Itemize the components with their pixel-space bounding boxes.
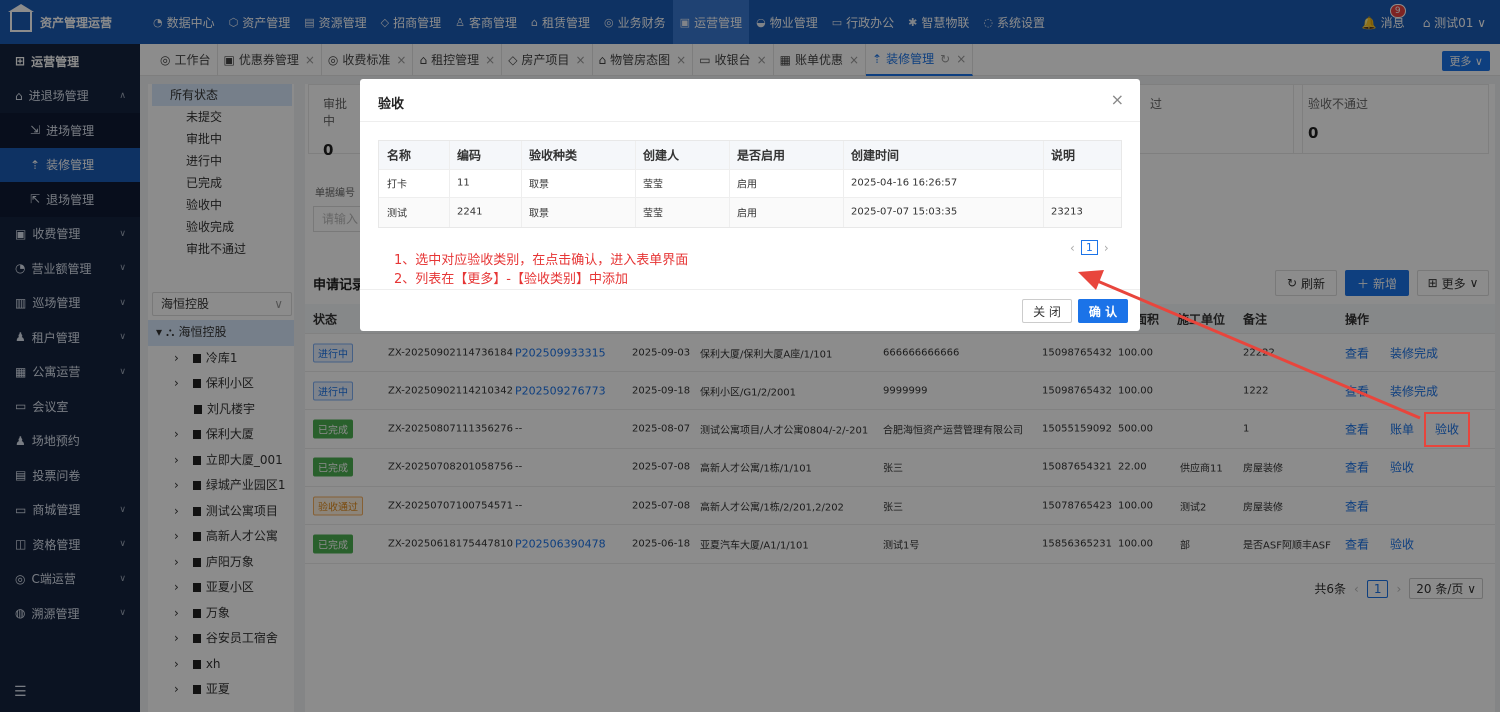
note-line-1: 1、选中对应验收类别，在点击确认，进入表单界面 bbox=[394, 253, 689, 268]
cancel-button[interactable]: 关 闭 bbox=[1022, 299, 1072, 323]
modal-table-row[interactable]: 打卡 11 取景 莹莹 启用 2025-04-16 16:26:57 bbox=[379, 169, 1121, 198]
column-divider bbox=[1043, 198, 1044, 227]
column-divider bbox=[1043, 169, 1044, 197]
modal-title: 验收 bbox=[378, 97, 405, 112]
modal-cell: 打卡 bbox=[387, 179, 407, 191]
column-divider bbox=[449, 141, 450, 169]
column-header: 编码 bbox=[457, 148, 482, 163]
column-header: 创建时间 bbox=[851, 148, 900, 163]
column-divider bbox=[843, 198, 844, 227]
modal-cell: 启用 bbox=[737, 179, 757, 191]
column-divider bbox=[449, 169, 450, 197]
column-divider bbox=[843, 169, 844, 197]
acceptance-type-table: 名称 编码 验收种类 创建人 是否启用 创建时间 说明 打卡 11 取景 莹莹 启用 2025-04-1… bbox=[378, 140, 1122, 228]
modal-table-header: 名称 编码 验收种类 创建人 是否启用 创建时间 说明 bbox=[379, 141, 1121, 170]
column-header: 说明 bbox=[1051, 148, 1076, 163]
modal-cell: 莹莹 bbox=[643, 179, 663, 191]
column-header: 名称 bbox=[387, 148, 412, 163]
close-icon[interactable]: × bbox=[1111, 90, 1124, 109]
column-header: 验收种类 bbox=[529, 148, 578, 163]
modal-cell: 取景 bbox=[529, 179, 549, 191]
modal-cell: 取景 bbox=[529, 208, 549, 220]
acceptance-modal: 验收 × 名称 编码 验收种类 创建人 是否启用 创建时间 说明 打卡 11 取景 莹莹 启用 2025… bbox=[360, 79, 1140, 331]
modal-cell: 2025-04-16 16:26:57 bbox=[851, 177, 958, 189]
modal-page-number[interactable]: 1 bbox=[1080, 240, 1098, 255]
column-divider bbox=[635, 198, 636, 227]
column-divider bbox=[521, 169, 522, 197]
column-divider bbox=[729, 141, 730, 169]
column-divider bbox=[521, 141, 522, 169]
column-divider bbox=[449, 198, 450, 227]
modal-cell: 莹莹 bbox=[643, 208, 663, 220]
modal-table-row[interactable]: 测试 2241 取景 莹莹 启用 2025-07-07 15:03:35 23213 bbox=[379, 198, 1121, 227]
column-divider bbox=[635, 169, 636, 197]
modal-cell: 2241 bbox=[457, 206, 483, 218]
column-header: 是否启用 bbox=[737, 148, 786, 163]
column-divider bbox=[635, 141, 636, 169]
next-page-icon[interactable]: › bbox=[1104, 241, 1109, 255]
modal-cell: 2025-07-07 15:03:35 bbox=[851, 206, 958, 218]
modal-cell: 23213 bbox=[1051, 206, 1083, 218]
column-divider bbox=[729, 198, 730, 227]
column-divider bbox=[843, 141, 844, 169]
column-header: 创建人 bbox=[643, 148, 680, 163]
column-divider bbox=[729, 169, 730, 197]
column-divider bbox=[521, 198, 522, 227]
confirm-button[interactable]: 确 认 bbox=[1078, 299, 1128, 323]
prev-page-icon[interactable]: ‹ bbox=[1070, 241, 1075, 255]
modal-cell: 启用 bbox=[737, 208, 757, 220]
column-divider bbox=[1043, 141, 1044, 169]
note-line-2: 2、列表在【更多】-【验收类别】中添加 bbox=[394, 272, 628, 287]
annotation-highlight-box bbox=[1424, 412, 1470, 447]
modal-pagination: ‹ 1 › bbox=[1070, 240, 1109, 255]
modal-cell: 测试 bbox=[387, 208, 407, 220]
modal-cell: 11 bbox=[457, 177, 470, 189]
divider bbox=[360, 121, 1140, 122]
annotation-note: 1、选中对应验收类别，在点击确认，进入表单界面 2、列表在【更多】-【验收类别】中… bbox=[394, 251, 688, 289]
divider bbox=[360, 289, 1140, 290]
